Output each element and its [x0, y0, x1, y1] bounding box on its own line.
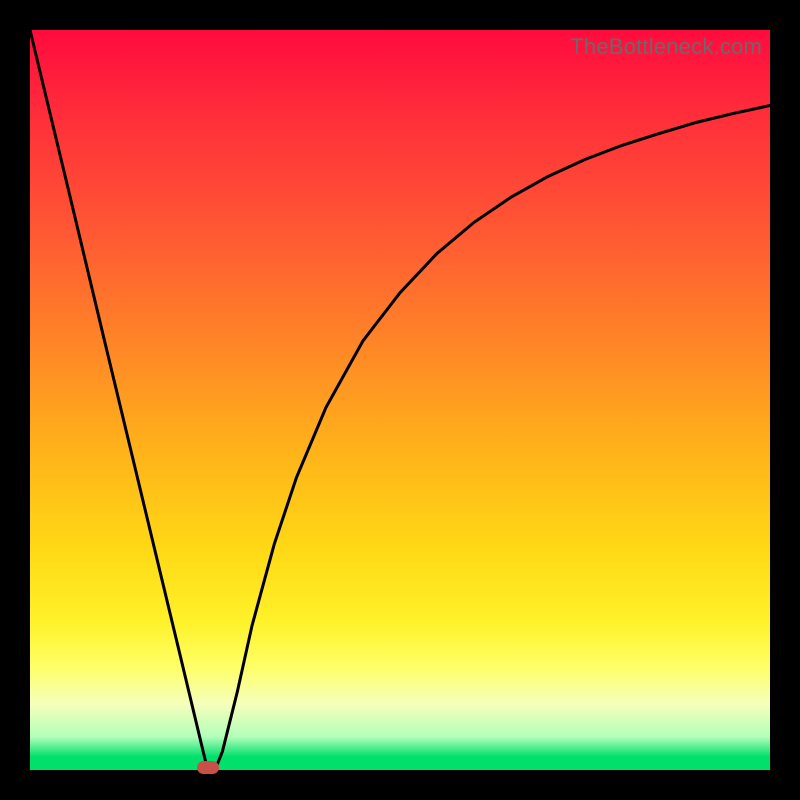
curve-path	[30, 30, 770, 770]
plot-area: TheBottleneck.com	[30, 30, 770, 770]
optimal-point-marker	[197, 761, 219, 774]
chart-frame: TheBottleneck.com	[0, 0, 800, 800]
bottleneck-curve	[30, 30, 770, 770]
